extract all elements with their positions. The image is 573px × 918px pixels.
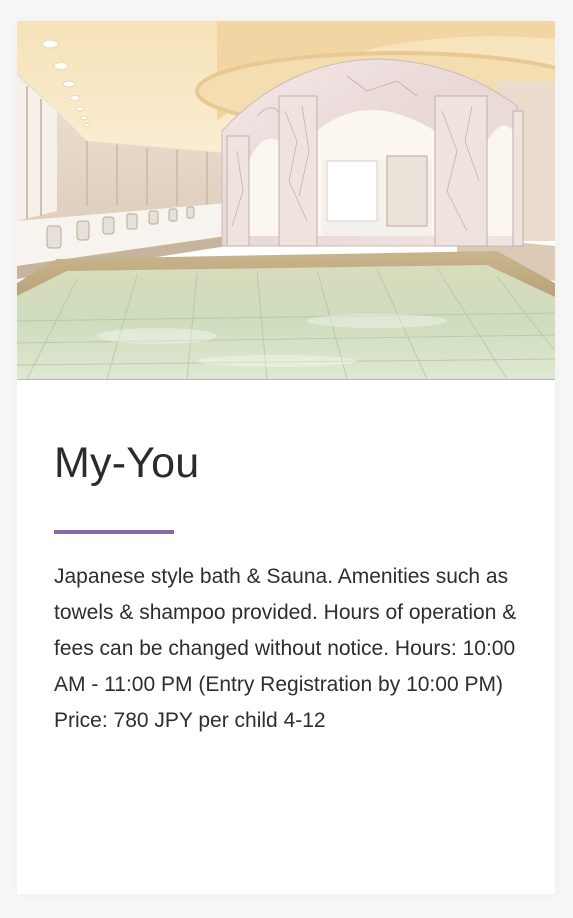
title-divider: [54, 530, 174, 534]
facility-title: My-You: [54, 439, 200, 487]
facility-description: Japanese style bath & Sauna. Amenities s…: [54, 565, 517, 732]
bath-photo: [17, 21, 555, 380]
facility-card: My-You Japanese style bath & Sauna. Amen…: [17, 21, 555, 894]
